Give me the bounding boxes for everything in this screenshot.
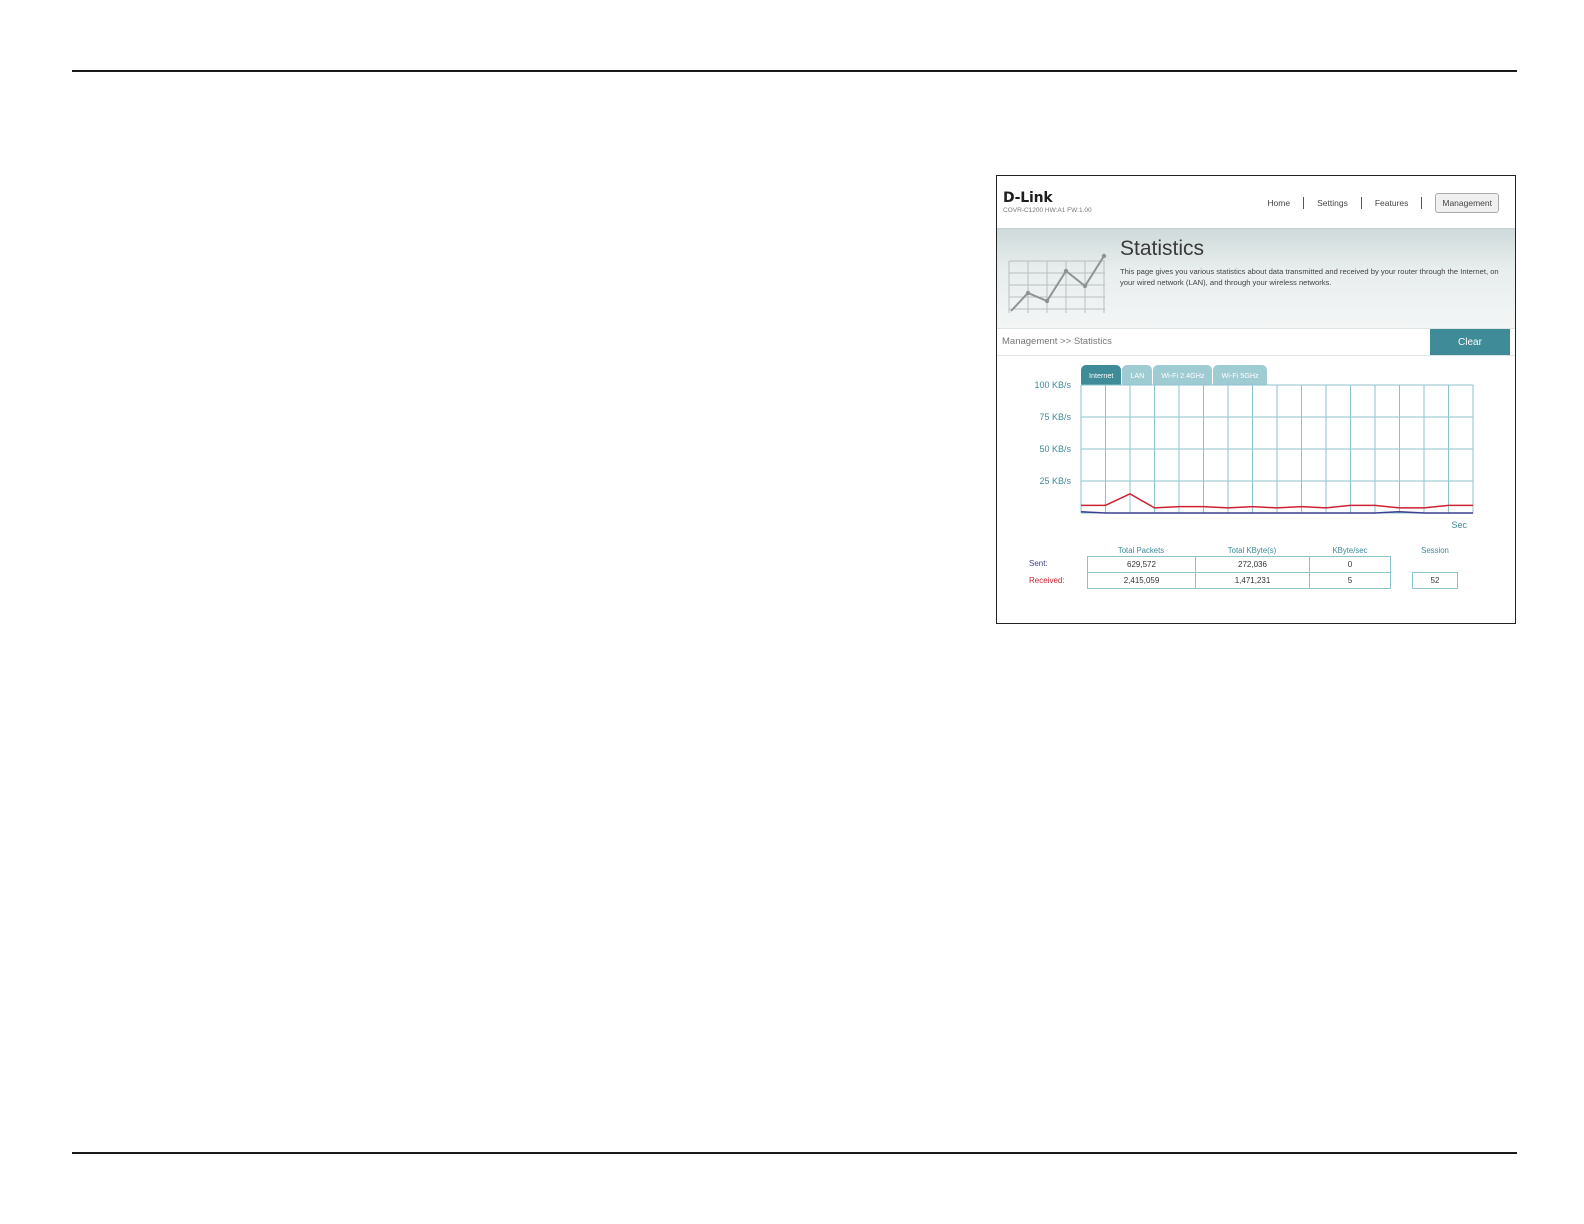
model-info: COVR-C1200 HW:A1 FW:1.00 — [1003, 207, 1092, 214]
breadcrumb-bar: Management >> Statistics Clear — [997, 328, 1515, 356]
received-kbyte-sec: 5 — [1309, 572, 1391, 589]
page-top-rule — [72, 70, 1517, 72]
page-title: Statistics — [1120, 237, 1205, 260]
clear-button[interactable]: Clear — [1430, 329, 1510, 355]
throughput-chart: 100 KB/s 75 KB/s 50 KB/s 25 KB/s Sec — [1034, 380, 1474, 530]
y-tick-label: 75 KB/s — [1039, 412, 1071, 422]
main-nav: Home Settings Features Management — [1267, 193, 1499, 213]
received-total-kbytes: 1,471,231 — [1195, 572, 1310, 589]
header-total-kbytes: Total KByte(s) — [1227, 546, 1277, 555]
received-label: Received: — [1029, 576, 1065, 585]
router-header: D-Link COVR-C1200 HW:A1 FW:1.00 Home Set… — [997, 176, 1515, 228]
y-tick-label: 25 KB/s — [1039, 476, 1071, 486]
y-tick-label: 100 KB/s — [1034, 380, 1071, 390]
nav-management[interactable]: Management — [1435, 193, 1499, 213]
session-count: 52 — [1412, 572, 1458, 589]
nav-divider — [1360, 197, 1362, 209]
page-description: This page gives you various statistics a… — [1120, 267, 1499, 287]
received-total-packets: 2,415,059 — [1087, 572, 1196, 589]
nav-features[interactable]: Features — [1375, 196, 1409, 210]
nav-home[interactable]: Home — [1267, 196, 1290, 210]
sent-label: Sent: — [1029, 559, 1048, 568]
statistics-chart-icon — [1008, 253, 1107, 313]
nav-divider — [1421, 197, 1423, 209]
page-banner: Statistics This page gives you various s… — [997, 228, 1515, 329]
breadcrumb: Management >> Statistics — [1002, 336, 1112, 347]
router-ui-screenshot: D-Link COVR-C1200 HW:A1 FW:1.00 Home Set… — [996, 175, 1516, 624]
header-session: Session — [1421, 546, 1449, 555]
sent-total-kbytes: 272,036 — [1195, 556, 1310, 573]
y-tick-label: 50 KB/s — [1039, 444, 1071, 454]
page-bottom-rule — [72, 1152, 1517, 1154]
sent-total-packets: 629,572 — [1087, 556, 1196, 573]
statistics-table: Total Packets Total KByte(s) KByte/sec S… — [997, 541, 1515, 621]
nav-settings[interactable]: Settings — [1317, 196, 1348, 210]
sent-kbyte-sec: 0 — [1309, 556, 1391, 573]
header-kbyte-sec: KByte/sec — [1332, 546, 1368, 555]
nav-divider — [1303, 197, 1305, 209]
x-axis-label: Sec — [1451, 520, 1467, 530]
header-total-packets: Total Packets — [1117, 546, 1165, 555]
brand-logo: D-Link — [1003, 190, 1053, 206]
